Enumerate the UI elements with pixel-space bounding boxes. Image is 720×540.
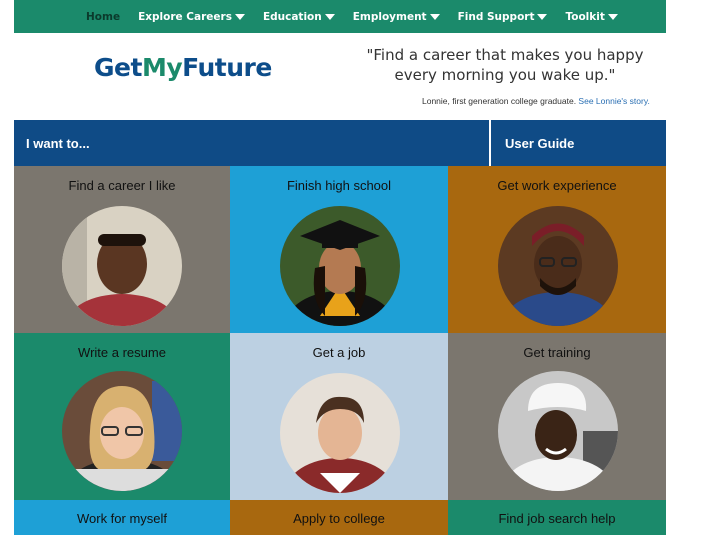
tile-get-training[interactable]: Get training: [448, 333, 666, 500]
nav-toolkit[interactable]: Toolkit: [565, 10, 618, 23]
nav-employment[interactable]: Employment: [353, 11, 440, 23]
tile-label: Get a job: [312, 345, 366, 360]
caret-down-icon: [429, 13, 440, 20]
tile-label: Write a resume: [78, 345, 166, 360]
tile-label: Find a career I like: [68, 178, 176, 193]
hero-quote: "Find a career that makes you happy ever…: [366, 46, 644, 84]
tile-get-a-job[interactable]: Get a job: [230, 333, 448, 500]
logo-my: My: [141, 53, 183, 82]
nav-education[interactable]: Education: [263, 11, 335, 23]
tile-label: Find job search help: [498, 511, 616, 526]
tile-label: Apply to college: [293, 511, 385, 526]
nav-education-label: Education: [262, 10, 322, 23]
tile-get-work-experience[interactable]: Get work experience: [448, 166, 666, 333]
logo-future: Future: [182, 53, 272, 82]
nav-explore-careers[interactable]: Explore Careers: [138, 11, 245, 23]
tile-find-job-search-help[interactable]: Find job search help: [448, 500, 666, 535]
person-photo: [62, 371, 182, 491]
person-photo: [498, 206, 618, 326]
site-logo[interactable]: GetMyFuture: [94, 53, 272, 82]
person-photo: [498, 371, 618, 491]
tile-apply-to-college[interactable]: Apply to college: [230, 500, 448, 535]
tile-label: Get training: [523, 345, 591, 360]
caret-down-icon: [234, 13, 245, 20]
tile-label: Finish high school: [286, 178, 392, 193]
bar-divider: [489, 120, 491, 166]
nav-explore-careers-label: Explore Careers: [138, 10, 232, 23]
nav-find-support-label: Find Support: [457, 10, 535, 23]
nav-employment-label: Employment: [352, 10, 427, 23]
i-want-to-bar: I want to... User Guide: [14, 120, 666, 166]
nav-home-label: Home: [86, 10, 121, 23]
tile-label: Work for myself: [76, 511, 168, 526]
logo-get: Get: [94, 53, 142, 82]
person-photo: [280, 206, 400, 326]
tile-label: Get work experience: [497, 178, 617, 193]
attribution-text: Lonnie, first generation college graduat…: [422, 96, 579, 106]
page-frame: Home Explore Careers Education Employmen…: [14, 0, 666, 535]
tile-write-resume[interactable]: Write a resume: [14, 333, 230, 500]
nav-find-support[interactable]: Find Support: [458, 11, 548, 23]
caret-down-icon: [537, 13, 548, 20]
caret-down-icon: [607, 13, 618, 20]
person-photo: [280, 373, 400, 493]
nav-toolkit-label: Toolkit: [565, 10, 605, 23]
tile-work-for-myself[interactable]: Work for myself: [14, 500, 230, 535]
person-photo: [62, 206, 182, 326]
tile-finish-high-school[interactable]: Finish high school: [230, 166, 448, 333]
caret-down-icon: [324, 13, 335, 20]
story-link[interactable]: See Lonnie's story.: [578, 96, 649, 106]
tile-find-career[interactable]: Find a career I like: [14, 166, 230, 333]
site-header: GetMyFuture "Find a career that makes yo…: [14, 33, 666, 120]
top-nav: Home Explore Careers Education Employmen…: [14, 0, 666, 33]
quote-attribution: Lonnie, first generation college graduat…: [422, 96, 650, 106]
user-guide-link[interactable]: User Guide: [505, 136, 574, 151]
i-want-to-label: I want to...: [26, 136, 90, 151]
nav-home[interactable]: Home: [86, 11, 120, 23]
